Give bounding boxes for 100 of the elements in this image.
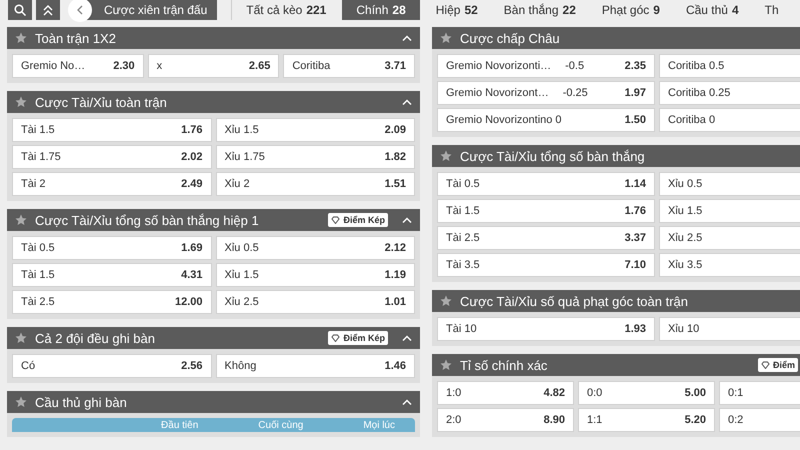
parlay-button[interactable]: Cược xiên trận đấu [86, 0, 218, 20]
odds-cell[interactable]: Tài 0.5 1.14 [437, 172, 655, 196]
odds-cell[interactable]: Tài 2 2.49 [12, 172, 212, 196]
outcome-label: Gremio No… [21, 60, 86, 72]
odds-cell[interactable]: Xỉu 2 1.51 [216, 172, 415, 196]
market-header[interactable]: Cược Tài/Xỉu tổng số bàn thắng [432, 145, 800, 167]
odds-value: 3.37 [624, 232, 646, 244]
odds-cell[interactable]: Tài 1.5 4.31 [12, 263, 212, 287]
odds-cell[interactable]: Gremio Novorizont… -0.25 1.97 [437, 81, 655, 105]
tab[interactable]: Bàn thắng 22 [494, 0, 586, 20]
star-icon[interactable] [15, 214, 27, 226]
collapse-icon[interactable] [402, 335, 412, 341]
outcome-label: Xỉu 3.5 [668, 259, 702, 271]
odds-cell[interactable]: Xỉu 1.5 2.09 [216, 118, 415, 142]
search-icon[interactable] [14, 4, 26, 16]
collapse-icon[interactable] [402, 99, 412, 105]
outcome-label: Xỉu 1.5 [224, 269, 259, 281]
odds-cell[interactable]: Xỉu 0.5 2.12 [216, 236, 415, 260]
odds-cell[interactable]: Tài 1.5 1.76 [12, 118, 212, 142]
collapse-icon[interactable] [402, 399, 412, 405]
star-icon[interactable] [15, 396, 27, 408]
outcome-label: 1:0 [446, 387, 462, 399]
odds-cell[interactable]: Coritiba 3.71 [283, 54, 415, 78]
star-icon[interactable] [440, 150, 452, 162]
outcome-label: Xỉu 2.5 [668, 232, 702, 244]
odds-cell[interactable]: Không 1.46 [216, 354, 415, 378]
market-header[interactable]: Toàn trận 1X2 [7, 27, 420, 49]
odds-cell[interactable]: Tài 0.5 1.69 [12, 236, 212, 260]
odds-value: 7.10 [624, 259, 646, 271]
odds-value: 4.82 [544, 387, 565, 399]
odds-cell[interactable]: 1:0 4.82 [437, 381, 574, 405]
odds-cell[interactable]: Xỉu 2.5 [659, 226, 800, 250]
odds-cell[interactable]: Coritiba 0.25 [659, 81, 800, 105]
odds-cell[interactable]: Tài 2.5 3.37 [437, 226, 655, 250]
odds-value: 1.97 [624, 87, 646, 99]
double-chevron-up-icon[interactable] [42, 4, 54, 16]
odds-cell[interactable]: Xỉu 1.5 [659, 199, 800, 223]
odds-cell[interactable]: Xỉu 2.5 1.01 [216, 290, 415, 314]
tab[interactable]: Chính 28 [342, 0, 420, 20]
odds-cell[interactable]: Xỉu 10 [659, 317, 800, 341]
tab[interactable]: Th [754, 0, 789, 20]
odds-cell[interactable]: Gremio No… 2.30 [12, 54, 144, 78]
odds-cell[interactable]: Xỉu 1.5 1.19 [216, 263, 415, 287]
odds-cell[interactable]: Xỉu 1.75 1.82 [216, 145, 415, 169]
star-icon[interactable] [440, 295, 452, 307]
star-icon[interactable] [15, 96, 27, 108]
odds-cell[interactable]: Gremio Novorizonti… -0.5 2.35 [437, 54, 655, 78]
market-header[interactable]: Cược Tài/Xỉu số quả phạt góc toàn trận [432, 290, 800, 312]
odds-cell[interactable]: Gremio Novorizontino 0 1.50 [437, 108, 655, 132]
star-icon[interactable] [15, 332, 27, 344]
odds-cell[interactable]: Có 2.56 [12, 354, 212, 378]
back-button[interactable] [68, 0, 92, 22]
outcome-label: Gremio Novorizontino 0 [446, 114, 562, 126]
outcome-label: 1:1 [587, 414, 602, 426]
tab[interactable]: Hiệp 52 [426, 0, 488, 20]
odds-cell[interactable]: 0:1 [719, 381, 800, 405]
outcome-label: Có [21, 360, 36, 372]
tab[interactable]: Tất cả kèo 221 [236, 0, 336, 20]
odds-cell[interactable]: 2:0 8.90 [437, 408, 574, 432]
odds-cell[interactable]: 0:2 [719, 408, 800, 432]
odds-cell[interactable]: Tài 1.5 1.76 [437, 199, 655, 223]
odds-value: 2.30 [113, 60, 135, 72]
market-header[interactable]: Cược Tài/Xỉu tổng số bàn thắng hiệp 1 Điểm Kép [7, 209, 420, 231]
collapse-icon[interactable] [402, 35, 412, 41]
odds-cell[interactable]: Coritiba 0.5 [659, 54, 800, 78]
market-header[interactable]: Tỉ số chính xác Điểm [432, 354, 800, 376]
outcome-label: Xỉu 0.5 [224, 242, 259, 254]
odds-cell[interactable]: Tài 3.5 7.10 [437, 253, 655, 277]
odds-cell[interactable]: 0:0 5.00 [578, 381, 715, 405]
market-header[interactable]: Cược Tài/Xỉu toàn trận [7, 91, 420, 113]
market-title: Cược Tài/Xỉu tổng số bàn thắng [460, 148, 645, 164]
outcome-label: Xỉu 10 [668, 323, 700, 335]
outcome-label: Tài 10 [446, 323, 477, 335]
outcome-label: Tài 2.5 [21, 296, 55, 308]
market-header[interactable]: Cả 2 đội đều ghi bàn Điểm Kép [7, 327, 420, 349]
odds-cell[interactable]: Coritiba 0 [659, 108, 800, 132]
diamond-icon [331, 334, 340, 342]
tab[interactable]: Phạt góc 9 [592, 0, 670, 20]
odds-cell[interactable]: 1:1 5.20 [578, 408, 715, 432]
odds-cell[interactable]: Xỉu 0.5 [659, 172, 800, 196]
odds-value: 3.71 [384, 60, 406, 72]
star-icon[interactable] [15, 32, 27, 44]
odds-cell[interactable]: Tài 10 1.93 [437, 317, 655, 341]
market-header[interactable]: Cầu thủ ghi bàn [7, 391, 420, 413]
odds-cell[interactable]: Xỉu 3.5 [659, 253, 800, 277]
tab[interactable]: Cầu thủ 4 [676, 0, 749, 20]
odds-cell[interactable]: x 2.65 [148, 54, 280, 78]
star-icon[interactable] [440, 32, 452, 44]
outcome-label: Tài 1.75 [21, 151, 61, 163]
collapse-icon[interactable] [402, 217, 412, 223]
outcome-label: Gremio Novorizont… [446, 87, 549, 99]
market-header[interactable]: Cược chấp Châu [432, 27, 800, 49]
outcome-label: Xỉu 1.5 [224, 124, 259, 136]
odds-cell[interactable]: Tài 1.75 2.02 [12, 145, 212, 169]
outcome-label: Coritiba 0.25 [668, 87, 730, 99]
diamond-icon [760, 361, 770, 369]
star-icon[interactable] [440, 359, 452, 371]
odds-value: 2.49 [181, 178, 202, 190]
odds-cell[interactable]: Tài 2.5 12.00 [12, 290, 212, 314]
odds-value: 1.69 [181, 242, 202, 254]
